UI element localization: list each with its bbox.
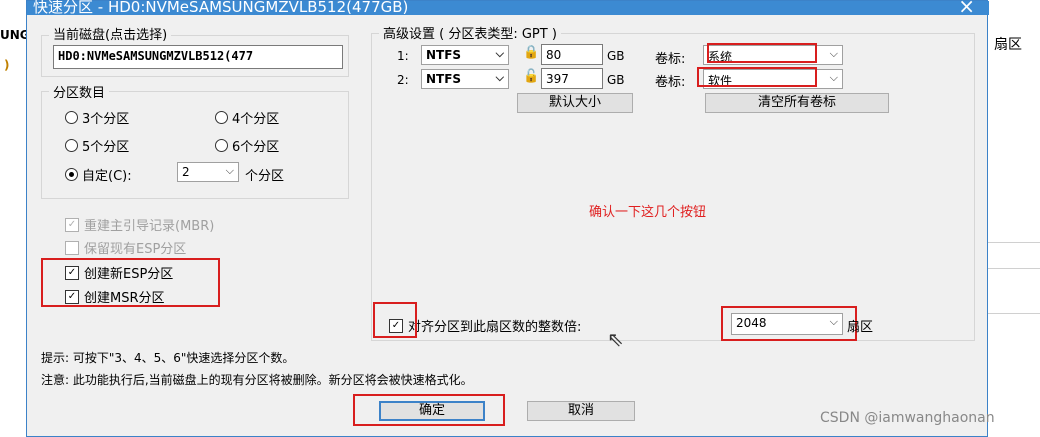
bg-fragment-2: ) xyxy=(4,58,10,72)
partition-1-unit: GB xyxy=(607,49,625,63)
current-disk-label: 当前磁盘(点击选择) xyxy=(49,24,172,43)
annotation-highlight-sector xyxy=(721,306,857,341)
radio-5-partitions[interactable]: 5个分区 xyxy=(65,136,129,155)
radio-indicator xyxy=(65,168,78,181)
bg-divider xyxy=(988,242,1040,243)
rebuild-mbr-checkbox[interactable]: ✓ 重建主引导记录(MBR) xyxy=(65,215,214,234)
radio-3-partitions[interactable]: 3个分区 xyxy=(65,108,129,127)
radio-6-partitions[interactable]: 6个分区 xyxy=(215,136,279,155)
radio-4-partitions[interactable]: 4个分区 xyxy=(215,108,279,127)
partition-1-fs-value: NTFS xyxy=(426,48,462,62)
radio-label: 3个分区 xyxy=(82,112,130,127)
partition-1-index: 1: xyxy=(397,49,409,63)
current-disk-selector[interactable]: HD0:NVMeSAMSUNGMZVLB512(477 xyxy=(53,45,343,69)
watermark-text: CSDN @iamwanghaonan xyxy=(820,410,995,426)
custom-count-suffix: 个分区 xyxy=(245,169,285,184)
clear-labels-button[interactable]: 清空所有卷标 xyxy=(705,93,889,113)
checkbox-box xyxy=(65,240,79,255)
annotation-highlight-align xyxy=(373,302,417,338)
partition-2-size-input[interactable]: 397 xyxy=(541,68,603,89)
partition-2-fs-value: NTFS xyxy=(426,72,462,86)
cancel-button[interactable]: 取消 xyxy=(527,401,635,421)
unlock-icon[interactable]: 🔓 xyxy=(523,69,539,84)
warning-text: 注意: 此功能执行后,当前磁盘上的现有分区将被删除。新分区将会被快速格式化。 xyxy=(41,373,473,387)
dialog-title: 快速分区 - HD0:NVMeSAMSUNGMZVLB512(477GB) xyxy=(33,0,409,16)
radio-indicator xyxy=(65,139,78,152)
radio-custom[interactable]: 自定(C): xyxy=(65,165,132,184)
radio-indicator xyxy=(65,111,78,124)
background-app-right: 扇区 xyxy=(988,0,1040,437)
partition-2-label-caption: 卷标: xyxy=(655,75,686,90)
quick-partition-dialog: 快速分区 - HD0:NVMeSAMSUNGMZVLB512(477GB) × … xyxy=(26,0,989,437)
close-icon[interactable]: × xyxy=(958,0,975,18)
partition-1-label-caption: 卷标: xyxy=(655,52,686,67)
custom-count-value: 2 xyxy=(182,165,190,179)
bg-sector-label: 扇区 xyxy=(994,37,1022,53)
align-partitions-checkbox[interactable]: ✓ 对齐分区到此扇区数的整数倍: xyxy=(389,316,581,335)
bg-divider xyxy=(988,268,1040,269)
dialog-titlebar: 快速分区 - HD0:NVMeSAMSUNGMZVLB512(477GB) × xyxy=(27,0,989,18)
keep-esp-checkbox[interactable]: 保留现有ESP分区 xyxy=(65,238,186,257)
partition-2-fs-select[interactable]: NTFS ⌵ xyxy=(421,69,509,89)
lock-icon[interactable]: 🔒 xyxy=(523,45,539,60)
custom-count-select[interactable]: 2 ⌵ xyxy=(177,162,239,182)
checkbox-label: 重建主引导记录(MBR) xyxy=(84,219,215,234)
mouse-cursor-icon: ⇖ xyxy=(607,327,624,351)
background-app-left: UNG ) xyxy=(0,0,30,437)
align-sector-suffix: 扇区 xyxy=(847,320,874,335)
partition-1-fs-select[interactable]: NTFS ⌵ xyxy=(421,45,509,65)
annotation-text: 确认一下这几个按钮 xyxy=(589,205,707,220)
radio-label: 4个分区 xyxy=(232,112,280,127)
advanced-settings-label: 高级设置 ( 分区表类型: GPT ) xyxy=(379,23,561,42)
chevron-down-icon: ⌵ xyxy=(225,164,234,177)
chevron-down-icon: ⌵ xyxy=(495,71,504,84)
bg-divider xyxy=(988,313,1040,314)
annotation-highlight-esp-msr xyxy=(41,258,220,307)
radio-label: 6个分区 xyxy=(232,140,280,155)
partition-count-label: 分区数目 xyxy=(49,82,110,101)
checkbox-label: 对齐分区到此扇区数的整数倍: xyxy=(408,320,582,335)
radio-indicator xyxy=(215,139,228,152)
radio-label: 5个分区 xyxy=(82,140,130,155)
annotation-highlight-label-2 xyxy=(697,67,817,87)
radio-label: 自定(C): xyxy=(82,169,132,184)
hint-text: 提示: 可按下"3、4、5、6"快速选择分区个数。 xyxy=(41,351,295,365)
chevron-down-icon: ⌵ xyxy=(495,47,504,60)
partition-1-size-input[interactable]: 80 xyxy=(541,44,603,65)
annotation-highlight-ok xyxy=(353,394,505,426)
chevron-down-icon: ⌵ xyxy=(829,71,838,84)
check-icon: ✓ xyxy=(65,217,79,232)
checkbox-label: 保留现有ESP分区 xyxy=(84,242,187,257)
default-size-button[interactable]: 默认大小 xyxy=(517,93,633,113)
partition-2-index: 2: xyxy=(397,73,409,87)
partition-2-unit: GB xyxy=(607,73,625,87)
annotation-highlight-label-1 xyxy=(707,43,817,63)
radio-indicator xyxy=(215,111,228,124)
chevron-down-icon: ⌵ xyxy=(829,47,838,60)
